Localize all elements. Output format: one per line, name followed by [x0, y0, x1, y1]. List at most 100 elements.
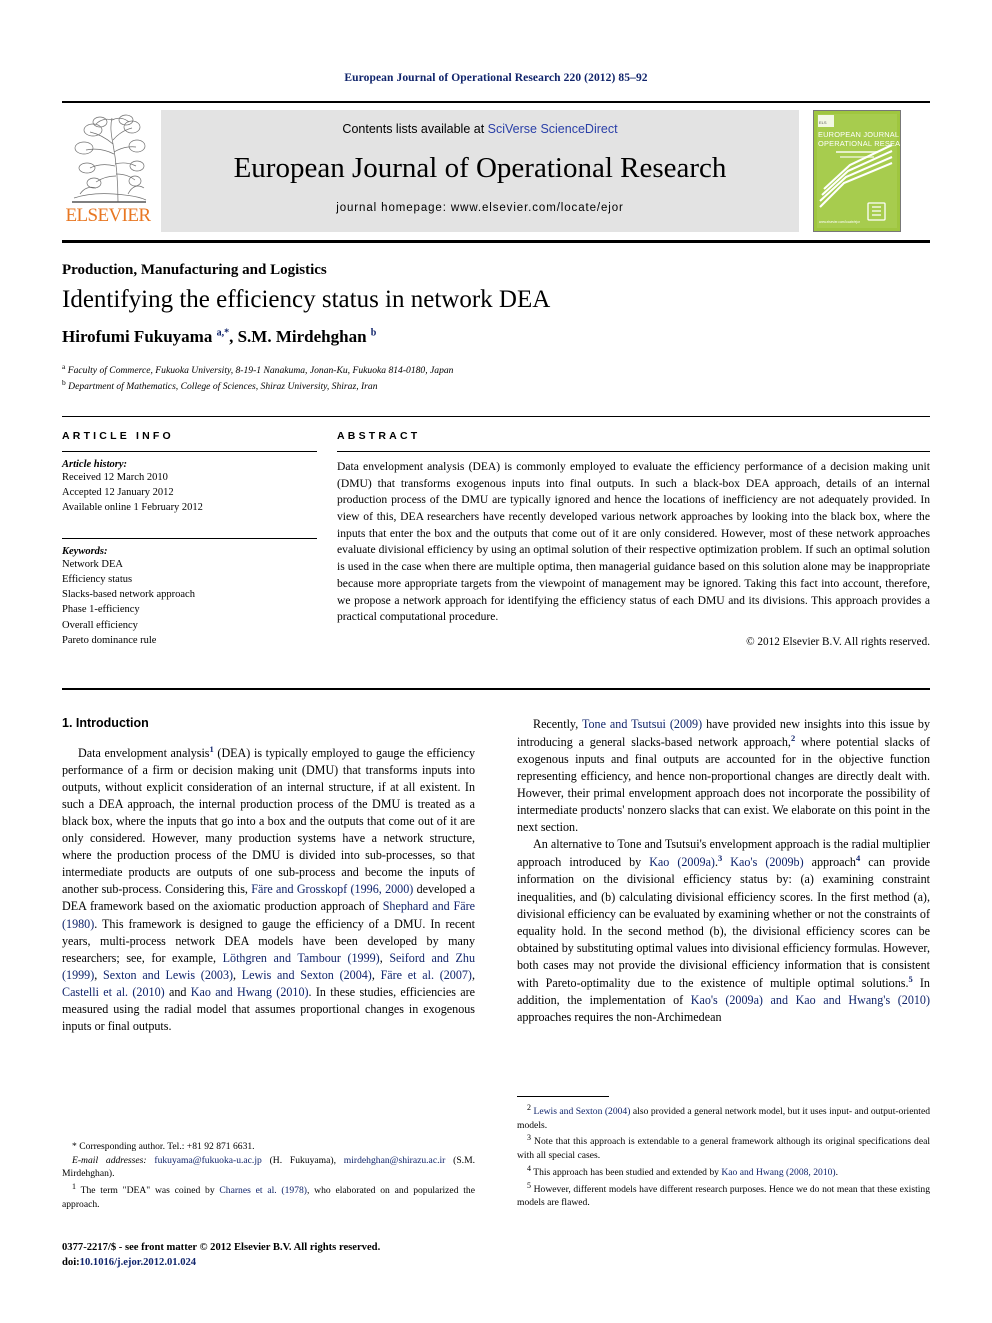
author-affil-mark-b: b — [370, 327, 377, 339]
history-available: Available online 1 February 2012 — [62, 502, 203, 514]
text-run: However, different models have different… — [517, 1183, 930, 1209]
journal-homepage[interactable]: journal homepage: www.elsevier.com/locat… — [161, 202, 799, 214]
affiliation-a-text: Faculty of Commerce, Fukuoka University,… — [67, 365, 454, 377]
abstract-block: ABSTRACT Data envelopment analysis (DEA)… — [337, 430, 930, 648]
article-info-block: ARTICLE INFO Article history: Received 1… — [62, 430, 317, 648]
abstract-text: Data envelopment analysis (DEA) is commo… — [337, 460, 930, 624]
footnote-3: 3 Note that this approach is extendable … — [517, 1132, 930, 1162]
footnote-1: 1 The term "DEA" was coined by Charnes e… — [62, 1181, 475, 1211]
citation-link[interactable]: Tone and Tsutsui (2009) — [582, 717, 702, 731]
citation-link[interactable]: Färe et al. (2007) — [381, 968, 472, 982]
affiliation-a: a Faculty of Commerce, Fukuoka Universit… — [62, 362, 454, 377]
text-run: , — [233, 967, 242, 982]
citation-link[interactable]: Kao and Hwang (2010) — [191, 985, 309, 999]
citation-link[interactable]: Lewis and Sexton (2004) — [242, 968, 372, 982]
citation-link[interactable]: Kao and Hwang (2008, 2010) — [721, 1167, 835, 1178]
info-top-rule — [62, 416, 930, 417]
citation-link[interactable]: Castelli et al. (2010) — [62, 985, 165, 999]
abstract-rule — [337, 451, 930, 452]
text-run: , — [94, 967, 103, 982]
affiliation-b: b Department of Mathematics, College of … — [62, 378, 378, 393]
keyword-item: Phase 1-efficiency — [62, 604, 140, 616]
masthead-band: Contents lists available at SciVerse Sci… — [161, 110, 799, 232]
body-column-right: Recently, Tone and Tsutsui (2009) have p… — [517, 716, 930, 1026]
text-run: Recently, — [533, 717, 582, 731]
citation-link[interactable]: Färe and Grosskopf (1996, 2000) — [251, 882, 413, 896]
history-accepted: Accepted 12 January 2012 — [62, 487, 174, 499]
text-run: approaches requires the non-Archimedean — [517, 1009, 722, 1024]
abstract-copyright: © 2012 Elsevier B.V. All rights reserved… — [746, 635, 930, 648]
citation-link[interactable]: Charnes et al. (1978) — [219, 1185, 307, 1196]
footnote-corresponding-author: * Corresponding author. Tel.: +81 92 871… — [72, 1141, 255, 1152]
keywords-label: Keywords: — [62, 545, 108, 557]
paper-page: European Journal of Operational Research… — [0, 0, 992, 1323]
text-run: and — [164, 984, 191, 999]
citation-link[interactable]: Kao's (2009b) — [730, 855, 803, 869]
text-run: The term "DEA" was coined by — [76, 1185, 220, 1197]
text-run: This approach has been studied and exten… — [531, 1167, 722, 1178]
svg-text:EUROPEAN JOURNAL OF: EUROPEAN JOURNAL OF — [818, 130, 900, 139]
keyword-item: Pareto dominance rule — [62, 634, 157, 646]
author-affil-mark-a: a,* — [216, 327, 230, 339]
svg-text:www.elsevier.com/locate/ejor: www.elsevier.com/locate/ejor — [819, 220, 861, 224]
text-run: (DEA) is typically employed to gauge the… — [62, 746, 475, 897]
email-link-1[interactable]: fukuyama@fukuoka-u.ac.jp — [154, 1155, 261, 1166]
paragraph-intro-1: Data envelopment analysis1 (DEA) is typi… — [62, 744, 475, 1035]
text-run: can provide information on the divisiona… — [517, 855, 930, 990]
citation-link[interactable]: Löthgren and Tambour (1999) — [223, 951, 380, 965]
sciencedirect-link[interactable]: SciVerse ScienceDirect — [488, 122, 618, 136]
author-list: Hirofumi Fukuyama a,*, S.M. Mirdehghan b — [62, 327, 377, 346]
elsevier-wordmark: ELSEVIER — [65, 205, 152, 226]
journal-cover-thumbnail: ELS EUROPEAN JOURNAL OF OPERATIONAL RESE… — [813, 110, 901, 232]
doi-line: doi:10.1016/j.ejor.2012.01.024 — [62, 1255, 492, 1270]
citation-link[interactable]: Kao's (2009a) and Kao and Hwang's (2010) — [691, 993, 930, 1007]
article-history-label: Article history: — [62, 459, 128, 470]
elsevier-tree-icon — [66, 110, 150, 206]
abstract-bottom-rule — [62, 688, 930, 690]
contents-prefix: Contents lists available at — [342, 122, 488, 136]
elsevier-logo: ELSEVIER — [62, 110, 154, 232]
affiliations: a Faculty of Commerce, Fukuoka Universit… — [62, 362, 762, 394]
text-run: (H. Fukuyama), — [261, 1154, 344, 1166]
footnote-email-addresses: E-mail addresses: fukuyama@fukuoka-u.ac.… — [62, 1154, 475, 1181]
abstract-heading: ABSTRACT — [337, 430, 421, 442]
doi-label: doi: — [62, 1257, 80, 1269]
footnote-4: 4 This approach has been studied and ext… — [517, 1163, 930, 1180]
paragraph-intro-3: An alternative to Tone and Tsutsui's env… — [517, 837, 930, 1024]
text-run: . — [835, 1167, 839, 1178]
affiliation-b-text: Department of Mathematics, College of Sc… — [68, 381, 378, 393]
doi-link[interactable]: 10.1016/j.ejor.2012.01.024 — [80, 1257, 196, 1268]
journal-masthead: ELSEVIER Contents lists available at Sci… — [62, 108, 930, 236]
article-info-heading: ARTICLE INFO — [62, 430, 174, 442]
keywords-rule — [62, 537, 317, 539]
email-link-2[interactable]: mirdehghan@shirazu.ac.ir — [344, 1155, 446, 1166]
keyword-item: Slacks-based network approach — [62, 589, 195, 601]
issn-doi-block: 0377-2217/$ - see front matter © 2012 El… — [62, 1240, 492, 1271]
keyword-item: Overall efficiency — [62, 619, 138, 631]
keyword-item: Network DEA — [62, 558, 123, 570]
text-run: , — [471, 967, 475, 982]
contents-available-line: Contents lists available at SciVerse Sci… — [161, 122, 799, 136]
svg-text:ELS: ELS — [819, 120, 827, 125]
citation-link[interactable]: Kao (2009a) — [649, 855, 715, 869]
text-run: approach — [803, 855, 856, 870]
citation-link[interactable]: Lewis and Sexton (2004) — [533, 1106, 630, 1117]
footnote-2: 2 Lewis and Sexton (2004) also provided … — [517, 1102, 930, 1132]
text-run: , — [379, 950, 390, 965]
issn-line: 0377-2217/$ - see front matter © 2012 El… — [62, 1242, 381, 1253]
citation-link[interactable]: Sexton and Lewis (2003) — [103, 968, 233, 982]
footnote-5: 5 However, different models have differe… — [517, 1180, 930, 1210]
paragraph-intro-2: Recently, Tone and Tsutsui (2009) have p… — [517, 716, 930, 836]
keyword-item: Efficiency status — [62, 573, 133, 585]
email-label: E-mail addresses: — [72, 1154, 147, 1166]
journal-title: European Journal of Operational Research — [233, 152, 727, 184]
article-info-rule — [62, 451, 317, 452]
heading-introduction: 1. Introduction — [62, 716, 149, 730]
masthead-rule — [62, 240, 930, 243]
text-run: Note that this approach is extendable to… — [517, 1136, 930, 1162]
text-run: Data envelopment analysis — [78, 746, 210, 761]
running-head: European Journal of Operational Research… — [344, 72, 648, 84]
running-head-rule — [62, 101, 930, 103]
footnotes-right: 2 Lewis and Sexton (2004) also provided … — [517, 1096, 930, 1210]
